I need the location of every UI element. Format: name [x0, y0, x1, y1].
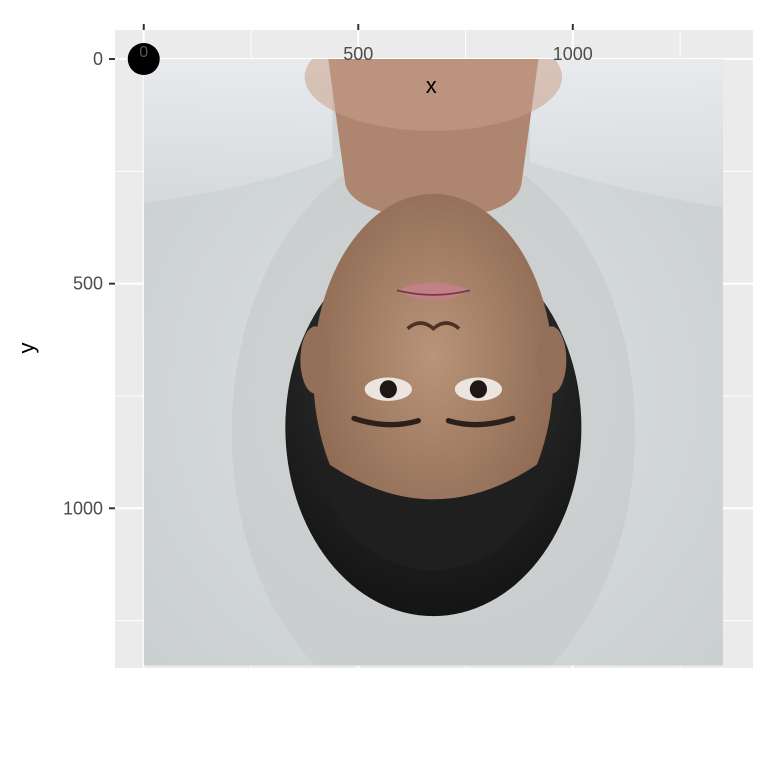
data-points: 0	[127, 43, 160, 75]
y-axis-ticks: 0 500 1000	[63, 49, 115, 518]
y-tick-label: 1000	[63, 498, 103, 518]
portrait-image	[143, 59, 723, 666]
chart: 0 500 1000 0 500 1000 0 x y	[14, 24, 753, 668]
y-axis-title: y	[14, 343, 39, 354]
x-axis-title: x	[426, 73, 437, 98]
y-tick-label: 500	[73, 274, 103, 294]
point-label: 0	[139, 44, 148, 61]
x-tick-label: 1000	[553, 44, 593, 64]
y-tick-label: 0	[93, 49, 103, 69]
x-tick-label: 500	[343, 44, 373, 64]
